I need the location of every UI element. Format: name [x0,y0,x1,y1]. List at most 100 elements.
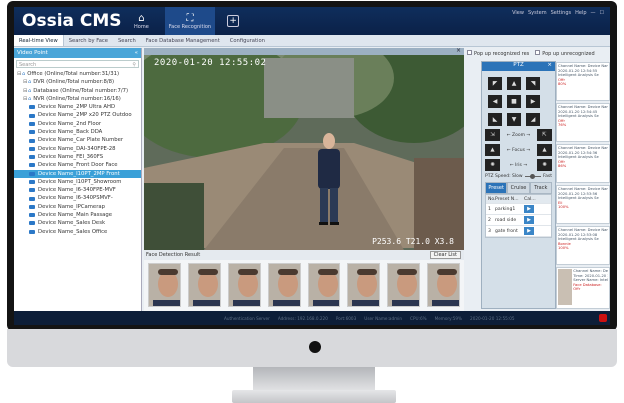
ptz-down-left-button[interactable]: ◣ [488,113,502,126]
tree-item[interactable]: Device Name_I6-340PSMVF- [14,194,141,202]
detected-face-thumbnail[interactable] [347,263,381,307]
ptz-down-right-button[interactable]: ◢ [526,113,540,126]
tab-preset[interactable]: Preset [485,182,508,194]
tree-item[interactable]: Device Name_FEI_360FS [14,153,141,161]
recognition-details: Channel Name: Device Name_Sales I2020-01… [558,187,608,222]
tab-face-database-management[interactable]: Face Database Management [141,35,225,46]
iris-open-button[interactable]: ✺ [537,159,552,171]
tree-item[interactable]: Device Name_2nd Floor [14,120,141,128]
right-panel: Pop up recognized res Pop up unrecognize… [464,48,610,311]
detected-face-thumbnail[interactable] [427,263,460,307]
detected-face-thumbnail[interactable] [267,263,301,307]
alarm-icon[interactable] [599,314,607,322]
tree-item[interactable]: Device Name_Sales Office [14,228,141,236]
tree-item[interactable]: Device Name_IPCamerap [14,203,141,211]
ptz-close-icon[interactable]: × [547,62,552,68]
menu-view[interactable]: View [512,10,524,16]
close-video-icon[interactable]: × [456,47,461,54]
ptz-speed-knob[interactable] [530,174,536,179]
zoom-out-button[interactable]: ⇲ [485,129,500,141]
tab-track[interactable]: Track [529,182,552,194]
tab-search[interactable]: Search [113,35,141,46]
monitor-stand-neck [253,367,375,391]
tree-item[interactable]: Device Name_I10PT_2MP Front [14,169,141,178]
camera-icon [29,171,35,176]
live-video[interactable]: 2020-01-20 12:55:02 P253.6 T21.0 X3.8 [144,48,464,250]
recognition-card[interactable]: Channel Name: Device Name_Main F2020-01-… [556,144,610,183]
tree-item-label: Device Name_Front Door Face [38,162,118,169]
tree-item-label: DVR (Online/Total number:8/8) [33,79,115,86]
maximize-button[interactable]: ☐ [600,10,604,16]
monitor-button [309,341,321,353]
ptz-stop-button[interactable]: ■ [507,95,521,108]
tree-item[interactable]: ⊟ ⌂ DVR (Online/Total number:8/8) [14,78,141,86]
preset-number: 1 [488,206,491,212]
nav-face-recognition[interactable]: ⛶ Face Recognition [164,7,216,35]
tree-item[interactable]: Device Name_I6-340FPE-MVF [14,186,141,194]
tree-item[interactable]: Device Name_Sales Desk [14,219,141,227]
ptz-up-left-button[interactable]: ◤ [488,77,502,90]
recognition-card[interactable]: Channel Name: Device Name_Main F2020-01-… [556,103,610,142]
popup-recognized-checkbox[interactable]: Pop up recognized res [467,49,529,57]
popup-unrecognized-checkbox[interactable]: Pop up unrecognized [535,49,595,57]
detected-face-thumbnail[interactable] [307,263,341,307]
ptz-speed-slider[interactable] [524,174,541,179]
device-search-input[interactable]: Search ⚲ [16,60,139,68]
tree-item[interactable]: ⊟ ⌂ Office (Online/Total number:31/31) [14,70,141,78]
recognition-card[interactable]: Channel Name: Device Name_Main FTime: 20… [556,267,610,309]
recognition-card[interactable]: Channel Name: Device Name_Exit Fa2020-01… [556,226,610,265]
ptz-title: PTZ [513,62,524,68]
add-icon[interactable]: + [227,15,240,27]
detected-face-thumbnail[interactable] [387,263,421,307]
tree-item[interactable]: ⊟ ⌂ Database (Online/Total number:7/7) [14,87,141,95]
search-icon[interactable]: ⚲ [132,62,136,68]
title-bar: Ossia CMS ⌂ Home ⛶ Face Recognition + Vi… [14,7,610,35]
call-preset-button[interactable]: ▶ [524,205,534,213]
tab-configuration[interactable]: Configuration [225,35,270,46]
collapse-icon[interactable]: « [135,50,138,56]
tree-item[interactable]: Device Name_2MP x20 PTZ Outdoo [14,111,141,119]
tree-item[interactable]: Device Name_2MP Ultra AHD [14,103,141,111]
ptz-left-button[interactable]: ◀ [488,95,502,108]
tree-item[interactable]: Device Name_Car Plate Number [14,136,141,144]
col-preset-name: Preset N... [495,196,519,202]
preset-row[interactable]: 2 road side ▶ [486,215,551,226]
checkbox-icon [467,49,472,55]
detected-face-thumbnail[interactable] [227,263,261,307]
menu-system[interactable]: System [528,10,547,16]
minimize-button[interactable]: — [591,10,596,16]
focus-far-button[interactable]: ▲ [536,144,552,156]
clear-list-button[interactable]: Clear List [429,251,461,259]
detected-face-thumbnail[interactable] [148,263,181,307]
app-title: Ossia CMS [22,11,122,31]
tree-item[interactable]: Device Name_DAI-340FPE-28 [14,145,141,153]
iris-close-button[interactable]: ✺ [485,159,500,171]
recognition-card[interactable]: Channel Name: Device Name_Main F2020-01-… [556,62,610,101]
ptz-up-right-button[interactable]: ◥ [526,77,540,90]
menu-help[interactable]: Help [575,10,586,16]
recognition-details: Channel Name: Device Name_Exit Fa2020-01… [558,228,608,263]
tab-cruise[interactable]: Cruise [507,182,530,194]
face-detection-title: Face Detection Result [146,252,201,258]
recognition-card[interactable]: Channel Name: Device Name_Sales I2020-01… [556,185,610,224]
focus-near-button[interactable]: ▲ [485,144,500,156]
nav-home[interactable]: ⌂ Home [130,7,153,35]
detected-face-thumbnail[interactable] [187,263,221,307]
menu-settings[interactable]: Settings [551,10,572,16]
tab-real-time-view[interactable]: Real-time View [14,35,64,46]
tree-item[interactable]: Device Name_Front Door Face [14,161,141,169]
call-preset-button[interactable]: ▶ [524,216,534,224]
tree-item[interactable]: Device Name_Main Passage [14,211,141,219]
ptz-right-button[interactable]: ▶ [526,95,540,108]
tree-item[interactable]: Device Name_Back DDA [14,128,141,136]
zoom-in-button[interactable]: ⇱ [536,129,552,141]
preset-row[interactable]: 1 parking1 ▶ [486,204,551,215]
ptz-up-button[interactable]: ▲ [507,77,521,90]
preset-call-cell: ▶ [524,205,551,213]
ptz-down-button[interactable]: ▼ [507,113,521,126]
tree-item[interactable]: ⊟ ⌂ NVR (Online/Total number:16/16) [14,95,141,103]
tree-item[interactable]: Device Name_I10PT_Showroom [14,178,141,186]
call-preset-button[interactable]: ▶ [524,227,534,235]
preset-row[interactable]: 3 gate front ▶ [486,226,551,237]
tab-search-by-face[interactable]: Search by Face [64,35,113,46]
